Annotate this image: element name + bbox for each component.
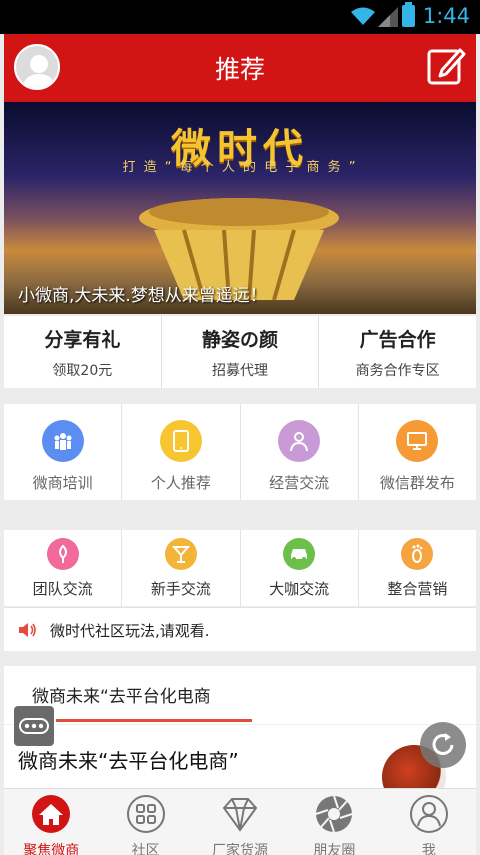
grid-item-training[interactable]: 微商培训 [4,404,123,500]
promo-subtitle: 商务合作专区 [355,363,440,379]
grid-item-label: 微信群发布 [379,474,455,492]
nav-item-moments[interactable]: 朋友圈 [287,789,381,855]
banner-carousel[interactable]: 微时代 打 造 “ 每 个 人 的 电 子 商 务 ” 小微商,大未来.梦想从来… [4,102,476,314]
promo-row: 分享有礼 领取20元 静姿の颜 招募代理 广告合作 商务合作专区 [4,316,476,388]
promo-title: 广告合作 [359,329,436,351]
grid-item-label: 团队交流 [32,580,93,598]
app-header: 推荐 [4,34,476,102]
promo-title: 静姿の颜 [202,329,279,351]
grid-item-label: 经营交流 [269,474,330,492]
nav-label: 厂家货源 [212,843,269,855]
nav-item-me[interactable]: 我 [382,789,476,855]
promo-ads[interactable]: 广告合作 商务合作专区 [319,316,476,388]
wifi-icon [351,7,375,25]
promo-subtitle: 招募代理 [212,363,268,379]
grid-item-label: 新手交流 [150,580,211,598]
nav-label: 社区 [131,843,160,855]
news-title: 微商未来“去平台化电商” [18,749,239,773]
battery-icon [402,2,415,27]
nav-label: 聚焦微商 [23,843,80,855]
car-icon [283,538,316,570]
grid-item-wechat-group[interactable]: 微信群发布 [359,404,476,500]
banner-subtitle: 打 造 “ 每 个 人 的 电 子 商 务 ” [122,160,358,175]
promo-share[interactable]: 分享有礼 领取20元 [4,316,162,388]
banner-caption: 小微商,大未来.梦想从来曾遥远！ [18,286,267,306]
grid-item-expert[interactable]: 大咖交流 [241,530,359,606]
category-grid-secondary: 团队交流 新手交流 大咖交流 整合营销 [4,530,476,606]
grid-icon [126,795,165,833]
home-icon [32,795,71,833]
more-options-button[interactable] [12,704,56,748]
news-tab-bar: 微商未来“去平台化电商 [4,666,476,724]
nav-label: 朋友圈 [313,843,356,855]
person-icon [278,420,321,462]
notice-bar[interactable]: 微时代社区玩法,请观看. [4,607,476,651]
page-title: 推荐 [214,55,265,84]
nav-label: 我 [421,843,436,855]
grid-item-newbie[interactable]: 新手交流 [122,530,241,606]
news-list-item[interactable]: 微商未来“去平台化电商” [4,724,476,788]
signal-icon [378,7,398,27]
grid-item-team[interactable]: 团队交流 [4,530,123,606]
speaker-icon [19,623,36,637]
grid-item-label: 大咖交流 [269,580,330,598]
promo-subtitle: 领取20元 [52,363,113,379]
diamond-icon [222,798,258,832]
grid-item-exchange[interactable]: 经营交流 [241,404,359,500]
status-bar: 1:44 [0,0,480,34]
leaf-icon [46,538,79,570]
promo-title: 分享有礼 [44,329,121,351]
grid-item-recommend[interactable]: 个人推荐 [122,404,241,500]
refresh-button[interactable] [420,722,466,768]
nav-item-focus[interactable]: 聚焦微商 [4,789,98,855]
tablet-icon [159,420,202,462]
footprint-icon [401,538,434,570]
category-grid-primary: 微商培训 个人推荐 经营交流 微信群发布 [4,404,476,500]
bottom-navigation: 聚焦微商 社区 厂家货源 朋友圈 我 [4,788,476,855]
tab-indicator [52,719,252,722]
more-dots-icon [19,718,49,734]
user-icon [409,795,448,833]
edit-icon[interactable] [426,46,466,86]
promo-agent[interactable]: 静姿の颜 招募代理 [162,316,320,388]
nav-item-suppliers[interactable]: 厂家货源 [193,789,287,855]
grid-item-marketing[interactable]: 整合营销 [359,530,476,606]
notice-text: 微时代社区玩法,请观看. [50,622,210,640]
grid-item-label: 个人推荐 [150,474,211,492]
people-icon [41,420,84,462]
nav-item-community[interactable]: 社区 [98,789,192,855]
grid-item-label: 整合营销 [387,580,448,598]
refresh-icon [432,733,454,755]
grid-item-label: 微商培训 [32,474,93,492]
monitor-icon [396,420,439,462]
news-tab[interactable]: 微商未来“去平台化电商 [32,682,211,707]
cocktail-icon [164,538,197,570]
aperture-icon [316,795,353,833]
clock: 1:44 [422,4,470,28]
